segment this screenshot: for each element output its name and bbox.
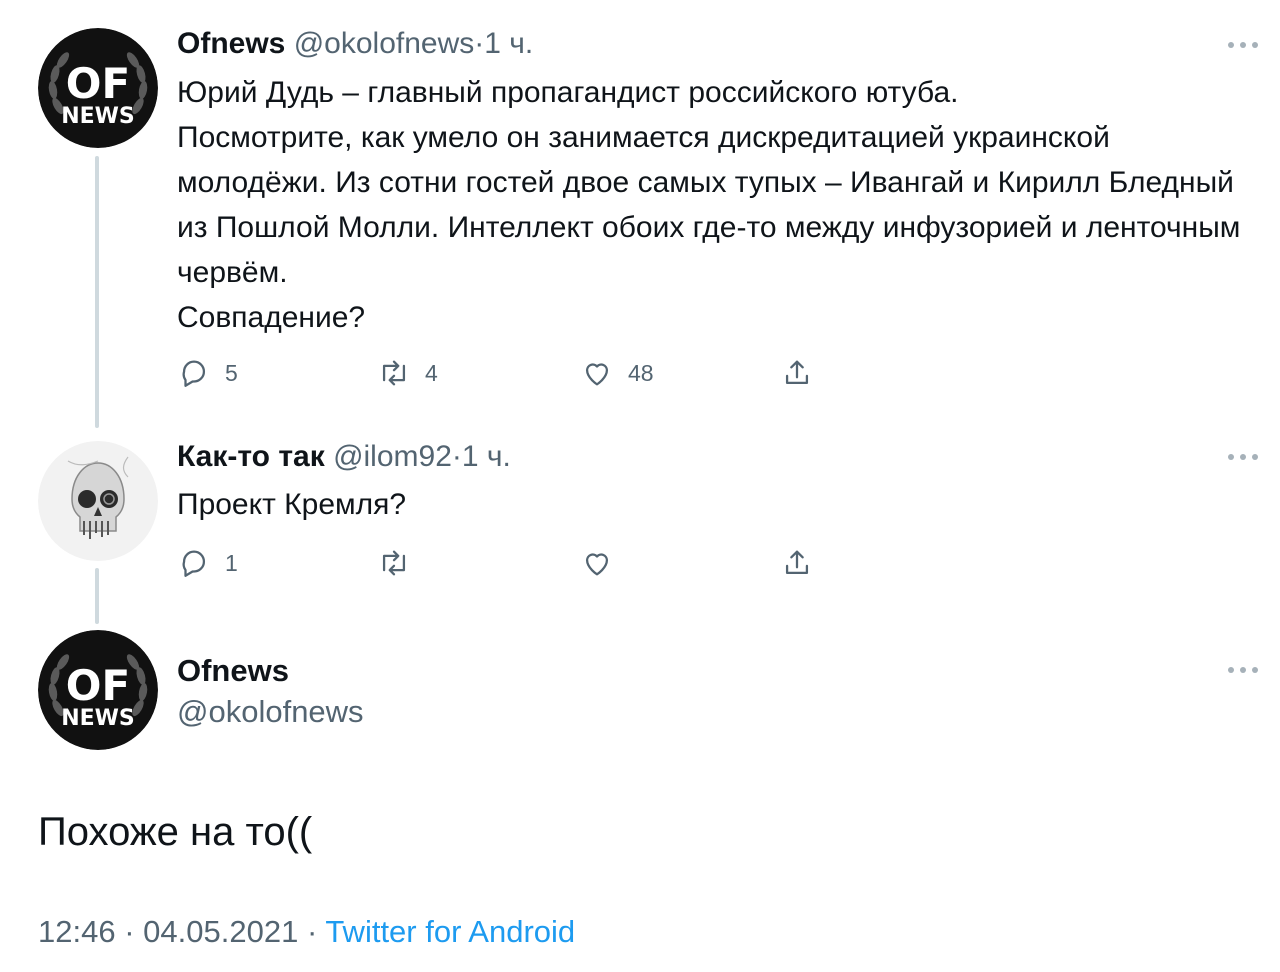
author-name[interactable]: Как-то так xyxy=(177,440,325,473)
more-icon[interactable] xyxy=(1228,452,1258,462)
reply-count: 5 xyxy=(225,359,238,386)
svg-text:OF: OF xyxy=(66,59,130,108)
author-handle[interactable]: @okolofnews xyxy=(294,27,475,60)
ofnews-logo: OF NEWS xyxy=(38,28,158,148)
avatar-ilom92[interactable] xyxy=(38,441,158,561)
separator-dot: · xyxy=(306,914,318,949)
like-button[interactable]: 48 xyxy=(580,353,654,393)
tweet-text: Юрий Дудь – главный пропагандист российс… xyxy=(177,76,1241,334)
retweet-count: 4 xyxy=(425,359,438,386)
like-icon xyxy=(585,363,609,386)
avatar-ofnews[interactable]: OF NEWS xyxy=(38,28,158,148)
reply-button[interactable]: 1 xyxy=(177,543,238,583)
svg-text:OF: OF xyxy=(66,661,130,710)
more-icon[interactable] xyxy=(1228,665,1258,675)
more-icon[interactable] xyxy=(1228,40,1258,50)
tweet-time[interactable]: 12:46 xyxy=(38,914,116,949)
like-button[interactable] xyxy=(580,543,614,583)
tweet-meta: 12:46 · 04.05.2021 · Twitter for Android xyxy=(38,912,575,952)
retweet-icon xyxy=(382,550,406,576)
reply-count: 1 xyxy=(225,549,238,576)
separator-dot: · xyxy=(451,440,462,473)
author-name[interactable]: Ofnews xyxy=(177,27,285,60)
retweet-button[interactable]: 4 xyxy=(377,353,438,393)
svg-text:NEWS: NEWS xyxy=(61,104,135,129)
share-button[interactable] xyxy=(780,353,814,393)
like-icon xyxy=(585,553,609,576)
tweet-text: Похоже на то(( xyxy=(38,810,313,854)
separator-dot: · xyxy=(124,914,135,949)
retweet-button[interactable] xyxy=(377,543,411,583)
tweet-time[interactable]: 1 ч. xyxy=(484,27,533,60)
tweet-source-link[interactable]: Twitter for Android xyxy=(325,914,575,949)
author-handle[interactable]: @ilom92 xyxy=(333,440,452,473)
retweet-icon xyxy=(382,360,406,386)
share-icon xyxy=(785,360,809,385)
thread-line xyxy=(95,156,99,428)
like-count: 48 xyxy=(628,359,654,386)
skull-avatar-image xyxy=(38,441,158,561)
share-icon xyxy=(785,550,809,575)
avatar-ofnews[interactable]: OF NEWS xyxy=(38,630,158,750)
author-handle[interactable]: @okolofnews xyxy=(177,693,364,731)
separator-dot: · xyxy=(474,27,485,60)
tweet-date[interactable]: 04.05.2021 xyxy=(143,914,298,949)
share-button[interactable] xyxy=(780,543,814,583)
reply-button[interactable]: 5 xyxy=(177,353,238,393)
svg-text:NEWS: NEWS xyxy=(61,706,135,731)
tweet-time[interactable]: 1 ч. xyxy=(462,440,511,473)
tweet-text: Проект Кремля? xyxy=(177,488,407,521)
tweet-header: Ofnews @okolofnews·1 ч. xyxy=(177,26,533,62)
ofnews-logo: OF NEWS xyxy=(38,630,158,750)
reply-icon xyxy=(182,550,206,577)
author-name[interactable]: Ofnews xyxy=(177,652,289,690)
thread-line xyxy=(95,568,99,624)
tweet-header: Как-то так @ilom92·1 ч. xyxy=(177,439,511,475)
reply-icon xyxy=(182,360,206,387)
